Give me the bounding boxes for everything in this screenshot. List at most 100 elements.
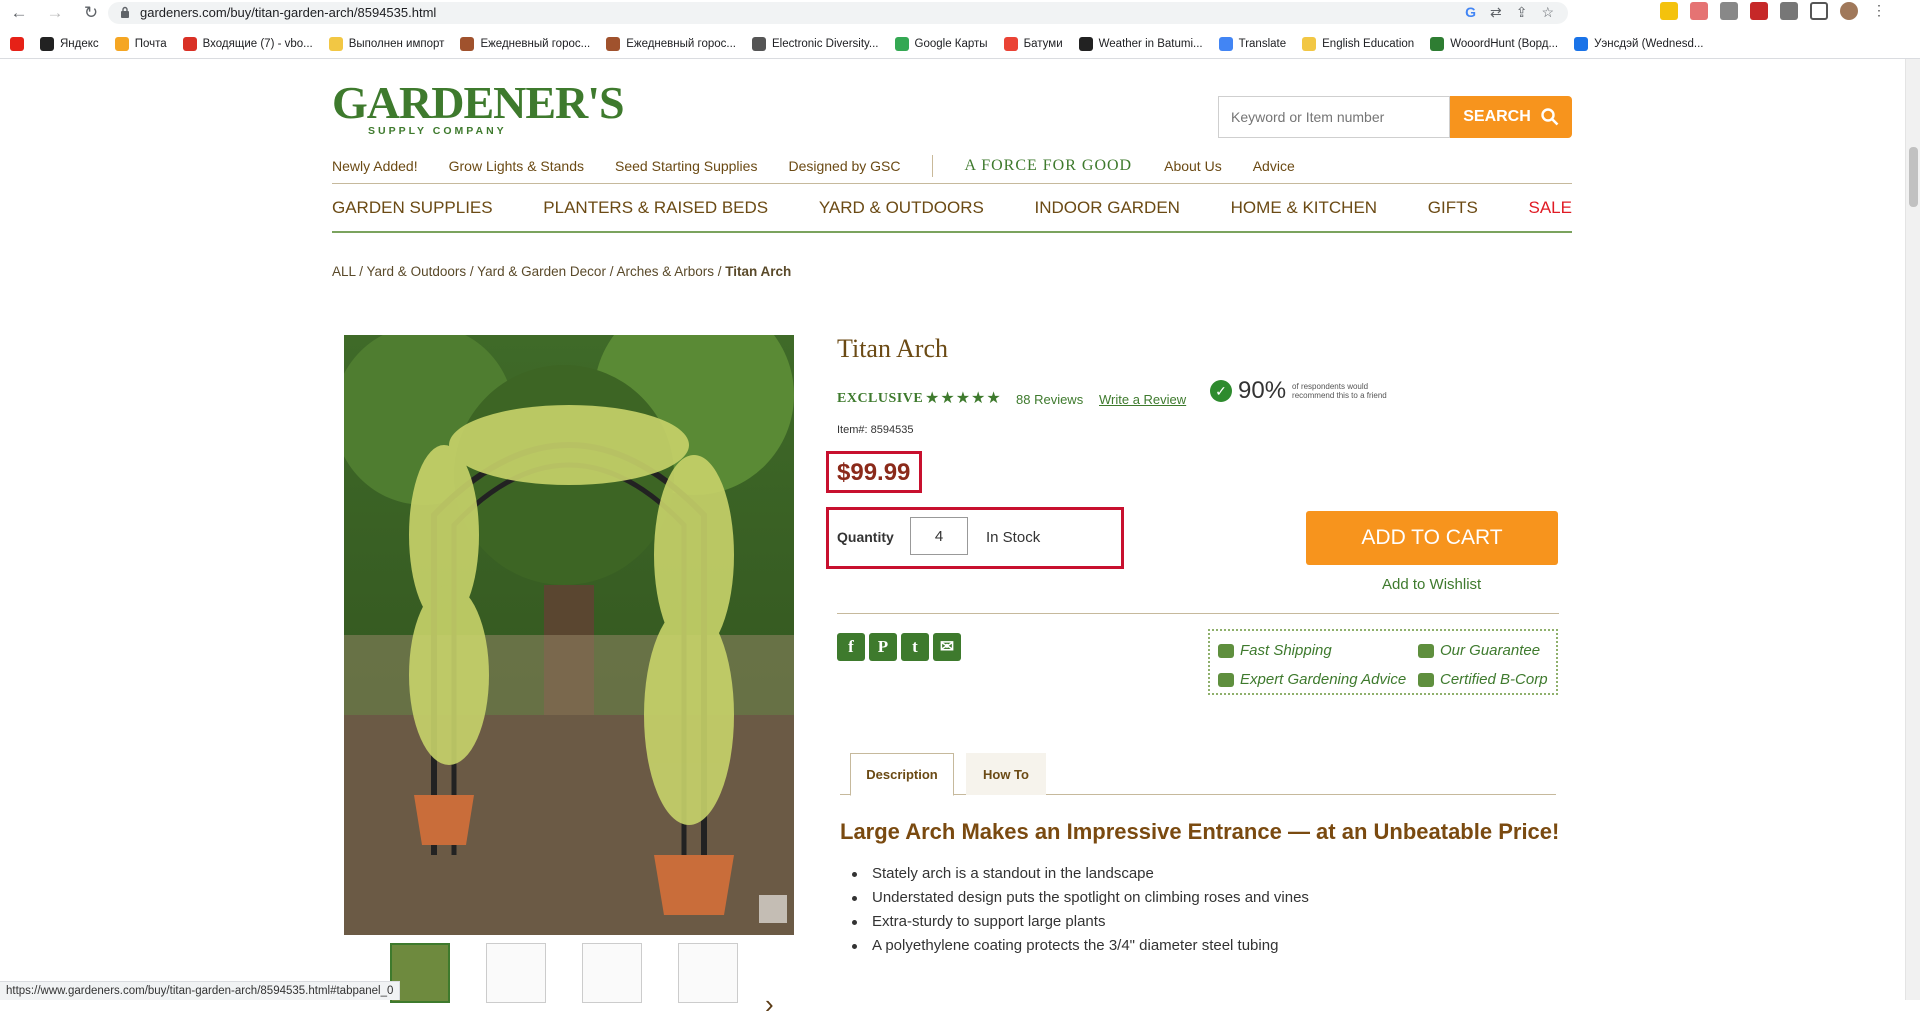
chevron-right-icon[interactable]: › [765, 989, 774, 1020]
breadcrumb-item[interactable]: Yard & Garden Decor [477, 264, 606, 279]
site-logo[interactable]: GARDENER'S SUPPLY COMPANY [332, 77, 625, 138]
breadcrumb-item[interactable]: Arches & Arbors [616, 264, 714, 279]
gift-extension-icon[interactable] [1690, 2, 1708, 20]
bookmark-item[interactable]: Google Карты [894, 33, 988, 55]
bookmark-star-icon[interactable]: ☆ [1541, 4, 1554, 21]
bookmark-item[interactable]: Почта [114, 33, 167, 55]
breadcrumb-item[interactable]: Yard & Outdoors [367, 264, 467, 279]
bookmark-item[interactable]: Ежедневный горос... [606, 33, 736, 55]
bookmark-item[interactable]: Яндекс [40, 33, 99, 55]
bookmark-item[interactable]: Translate [1218, 33, 1286, 55]
puzzle-icon[interactable] [1780, 2, 1798, 20]
list-item: Understated design puts the spotlight on… [852, 889, 1309, 906]
nav-garden-supplies[interactable]: GARDEN SUPPLIES [332, 198, 493, 218]
quantity-input[interactable] [910, 517, 968, 555]
nav-indoor-garden[interactable]: INDOOR GARDEN [1035, 198, 1180, 218]
bookmark-item[interactable]: Ежедневный горос... [460, 33, 590, 55]
zoom-icon[interactable] [759, 895, 787, 923]
thumbnail-strip [390, 943, 738, 1003]
bookmark-item[interactable]: Батуми [1003, 33, 1063, 55]
bookmark-icon [1003, 37, 1018, 51]
rating-stars[interactable]: ★★★★★ [925, 388, 1002, 408]
pinterest-icon[interactable]: P [869, 633, 897, 661]
translate-icon[interactable]: ⇄ [1490, 4, 1502, 21]
search-input[interactable] [1218, 96, 1450, 138]
scrollbar-thumb[interactable] [1909, 147, 1918, 207]
forward-icon[interactable]: → [44, 3, 66, 23]
nav-sale[interactable]: SALE [1529, 198, 1572, 218]
address-bar-icons: G ⇄ ⇪ ☆ [1465, 4, 1554, 21]
perk-fast-shipping[interactable]: Fast Shipping [1218, 637, 1418, 664]
bookmark-icon [182, 37, 197, 51]
bookmark-item[interactable]: Уэнсдэй (Wednesd... [1574, 33, 1703, 55]
top-links: Newly Added! Grow Lights & Stands Seed S… [332, 155, 1326, 177]
back-icon[interactable]: ← [8, 3, 30, 23]
bookmark-item[interactable]: Weather in Batumi... [1078, 33, 1203, 55]
feature-list: Stately arch is a standout in the landsc… [852, 865, 1309, 961]
checkmark-icon: ✓ [1210, 380, 1232, 402]
search-button[interactable]: SEARCH [1450, 96, 1572, 138]
bookmark-item[interactable]: WooordHunt (Ворд... [1430, 33, 1558, 55]
facebook-icon[interactable]: f [837, 633, 865, 661]
calendar-extension-icon[interactable] [1750, 2, 1768, 20]
add-to-cart-button[interactable]: ADD TO CART [1306, 511, 1558, 565]
perk-label: Our Guarantee [1440, 642, 1541, 659]
perk-bcorp[interactable]: Certified B-Corp [1418, 666, 1548, 693]
bookmark-label: English Education [1322, 38, 1415, 50]
product-image[interactable] [344, 335, 794, 935]
list-item: A polyethylene coating protects the 3/4"… [852, 937, 1309, 954]
tab-how-to[interactable]: How To [966, 753, 1046, 795]
bookmark-item[interactable]: Входящие (7) - vbo... [182, 33, 313, 55]
stock-status: In Stock [986, 529, 1041, 546]
extension-icon[interactable] [1660, 2, 1678, 20]
link-seed-starting[interactable]: Seed Starting Supplies [615, 158, 757, 174]
reviews-link[interactable]: 88 Reviews [1016, 392, 1083, 407]
link-newly-added[interactable]: Newly Added! [332, 158, 418, 174]
nav-home-kitchen[interactable]: HOME & KITCHEN [1231, 198, 1377, 218]
email-icon[interactable]: ✉ [933, 633, 961, 661]
perk-guarantee[interactable]: Our Guarantee [1418, 637, 1548, 664]
menu-icon[interactable]: ⋮ [1870, 2, 1888, 20]
url-text[interactable]: gardeners.com/buy/titan-garden-arch/8594… [140, 5, 436, 20]
perks-box: Fast Shipping Our Guarantee Expert Garde… [1208, 629, 1558, 695]
perk-advice[interactable]: Expert Gardening Advice [1218, 666, 1418, 693]
logo-main: GARDENER'S [332, 77, 625, 128]
thumbnail[interactable] [678, 943, 738, 1003]
nav-planters[interactable]: PLANTERS & RAISED BEDS [543, 198, 768, 218]
link-about-us[interactable]: About Us [1164, 158, 1222, 174]
breadcrumb-item[interactable]: ALL [332, 264, 356, 279]
search-button-label: SEARCH [1463, 108, 1531, 125]
product-title: Titan Arch [837, 334, 948, 363]
tab-description[interactable]: Description [850, 753, 954, 796]
link-designed-by-gsc[interactable]: Designed by GSC [788, 158, 900, 174]
counter-extension-icon[interactable] [1720, 2, 1738, 20]
bookmark-label: Ежедневный горос... [626, 38, 736, 50]
share-icon[interactable]: ⇪ [1516, 4, 1528, 21]
bookmark-item[interactable]: Electronic Diversity... [752, 33, 879, 55]
browser-chrome: ← → ↻ gardeners.com/buy/titan-garden-arc… [0, 0, 1920, 59]
perk-label: Fast Shipping [1240, 642, 1332, 659]
nav-yard-outdoors[interactable]: YARD & OUTDOORS [819, 198, 984, 218]
bookmark-item[interactable]: Выполнен импорт [328, 33, 445, 55]
sidebar-icon[interactable] [1810, 2, 1828, 20]
link-grow-lights[interactable]: Grow Lights & Stands [449, 158, 584, 174]
avatar[interactable] [1840, 2, 1858, 20]
twitter-icon[interactable]: t [901, 633, 929, 661]
write-review-link[interactable]: Write a Review [1099, 392, 1186, 407]
scrollbar[interactable] [1905, 59, 1920, 1000]
bookmark-label: Выполнен импорт [348, 38, 445, 50]
force-for-good-link[interactable]: A FORCE FOR GOOD [965, 157, 1133, 175]
add-to-wishlist-link[interactable]: Add to Wishlist [1382, 576, 1481, 593]
bookmark-item[interactable]: English Education [1302, 33, 1414, 55]
address-bar[interactable]: gardeners.com/buy/titan-garden-arch/8594… [108, 2, 1568, 24]
reload-icon[interactable]: ↻ [80, 3, 102, 23]
divider [837, 613, 1559, 614]
link-advice[interactable]: Advice [1253, 158, 1295, 174]
bookmark-item[interactable] [10, 33, 24, 55]
list-item: Extra-sturdy to support large plants [852, 913, 1309, 930]
nav-gifts[interactable]: GIFTS [1428, 198, 1478, 218]
thumbnail[interactable] [486, 943, 546, 1003]
google-icon[interactable]: G [1465, 4, 1476, 21]
thumbnail[interactable] [582, 943, 642, 1003]
truck-icon [1218, 643, 1234, 658]
